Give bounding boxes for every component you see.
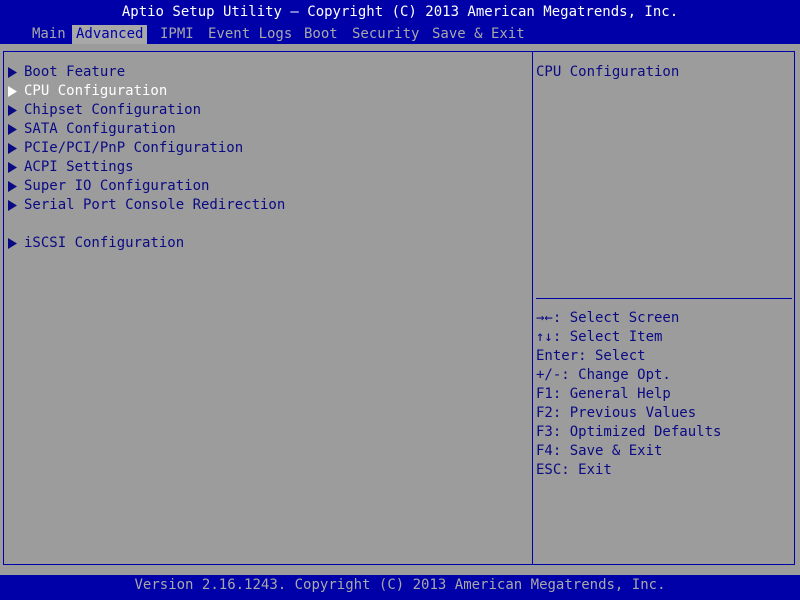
right-triangle-icon — [8, 158, 20, 177]
advanced-menu: Boot Feature CPU Configuration Chipset C… — [8, 63, 528, 253]
menu-item-cpu-configuration[interactable]: CPU Configuration — [8, 82, 528, 101]
tab-main[interactable]: Main — [28, 25, 70, 44]
help-description: CPU Configuration — [536, 64, 680, 80]
menu-item-label: iSCSI Configuration — [24, 235, 185, 251]
tab-save-exit[interactable]: Save & Exit — [428, 25, 529, 44]
right-triangle-icon — [8, 177, 20, 196]
menu-item-sata-configuration[interactable]: SATA Configuration — [8, 120, 528, 139]
key-hint-f4: F4: Save & Exit — [536, 443, 663, 459]
version-footer: Version 2.16.1243. Copyright (C) 2013 Am… — [0, 575, 800, 600]
menu-item-label: ACPI Settings — [24, 159, 134, 175]
right-triangle-icon — [8, 82, 20, 101]
menu-item-pcie-configuration[interactable]: PCIe/PCI/PnP Configuration — [8, 139, 528, 158]
key-hint-esc: ESC: Exit — [536, 462, 612, 478]
right-triangle-icon — [8, 234, 20, 253]
menu-item-label: Serial Port Console Redirection — [24, 197, 286, 213]
menu-item-acpi-settings[interactable]: ACPI Settings — [8, 158, 528, 177]
menu-item-label: Boot Feature — [24, 64, 126, 80]
menu-item-boot-feature[interactable]: Boot Feature — [8, 63, 528, 82]
key-hint-select-item: ↑↓: Select Item — [536, 329, 663, 345]
menu-item-label: Super IO Configuration — [24, 178, 210, 194]
tab-advanced[interactable]: Advanced — [72, 25, 148, 44]
key-legend: →←: Select Screen ↑↓: Select Item Enter:… — [536, 309, 792, 480]
menu-item-super-io-configuration[interactable]: Super IO Configuration — [8, 177, 528, 196]
tab-bar: Main Advanced IPMI Event Logs Boot Secur… — [0, 25, 800, 44]
right-triangle-icon — [8, 196, 20, 215]
tab-event-logs[interactable]: Event Logs — [204, 25, 296, 44]
main-frame: Boot Feature CPU Configuration Chipset C… — [3, 51, 795, 565]
key-hint-enter: Enter: Select — [536, 348, 646, 364]
window-title: Aptio Setup Utility – Copyright (C) 2013… — [0, 0, 800, 25]
key-hint-f1: F1: General Help — [536, 386, 671, 402]
menu-item-iscsi-configuration[interactable]: iSCSI Configuration — [8, 234, 528, 253]
menu-item-chipset-configuration[interactable]: Chipset Configuration — [8, 101, 528, 120]
tab-boot[interactable]: Boot — [300, 25, 342, 44]
key-hint-select-screen: →←: Select Screen — [536, 310, 680, 326]
key-hint-f3: F3: Optimized Defaults — [536, 424, 722, 440]
menu-item-label: PCIe/PCI/PnP Configuration — [24, 140, 244, 156]
menu-item-label: CPU Configuration — [24, 83, 168, 99]
right-triangle-icon — [8, 63, 20, 82]
menu-item-serial-port-console[interactable]: Serial Port Console Redirection — [8, 196, 528, 215]
key-hint-change-opt: +/-: Change Opt. — [536, 367, 671, 383]
panel-divider — [532, 52, 533, 564]
right-triangle-icon — [8, 139, 20, 158]
tab-ipmi[interactable]: IPMI — [156, 25, 198, 44]
menu-item-label: SATA Configuration — [24, 121, 176, 137]
help-separator — [536, 298, 792, 299]
tab-security[interactable]: Security — [348, 25, 423, 44]
menu-item-label: Chipset Configuration — [24, 102, 202, 118]
right-triangle-icon — [8, 101, 20, 120]
key-hint-f2: F2: Previous Values — [536, 405, 697, 421]
right-triangle-icon — [8, 120, 20, 139]
